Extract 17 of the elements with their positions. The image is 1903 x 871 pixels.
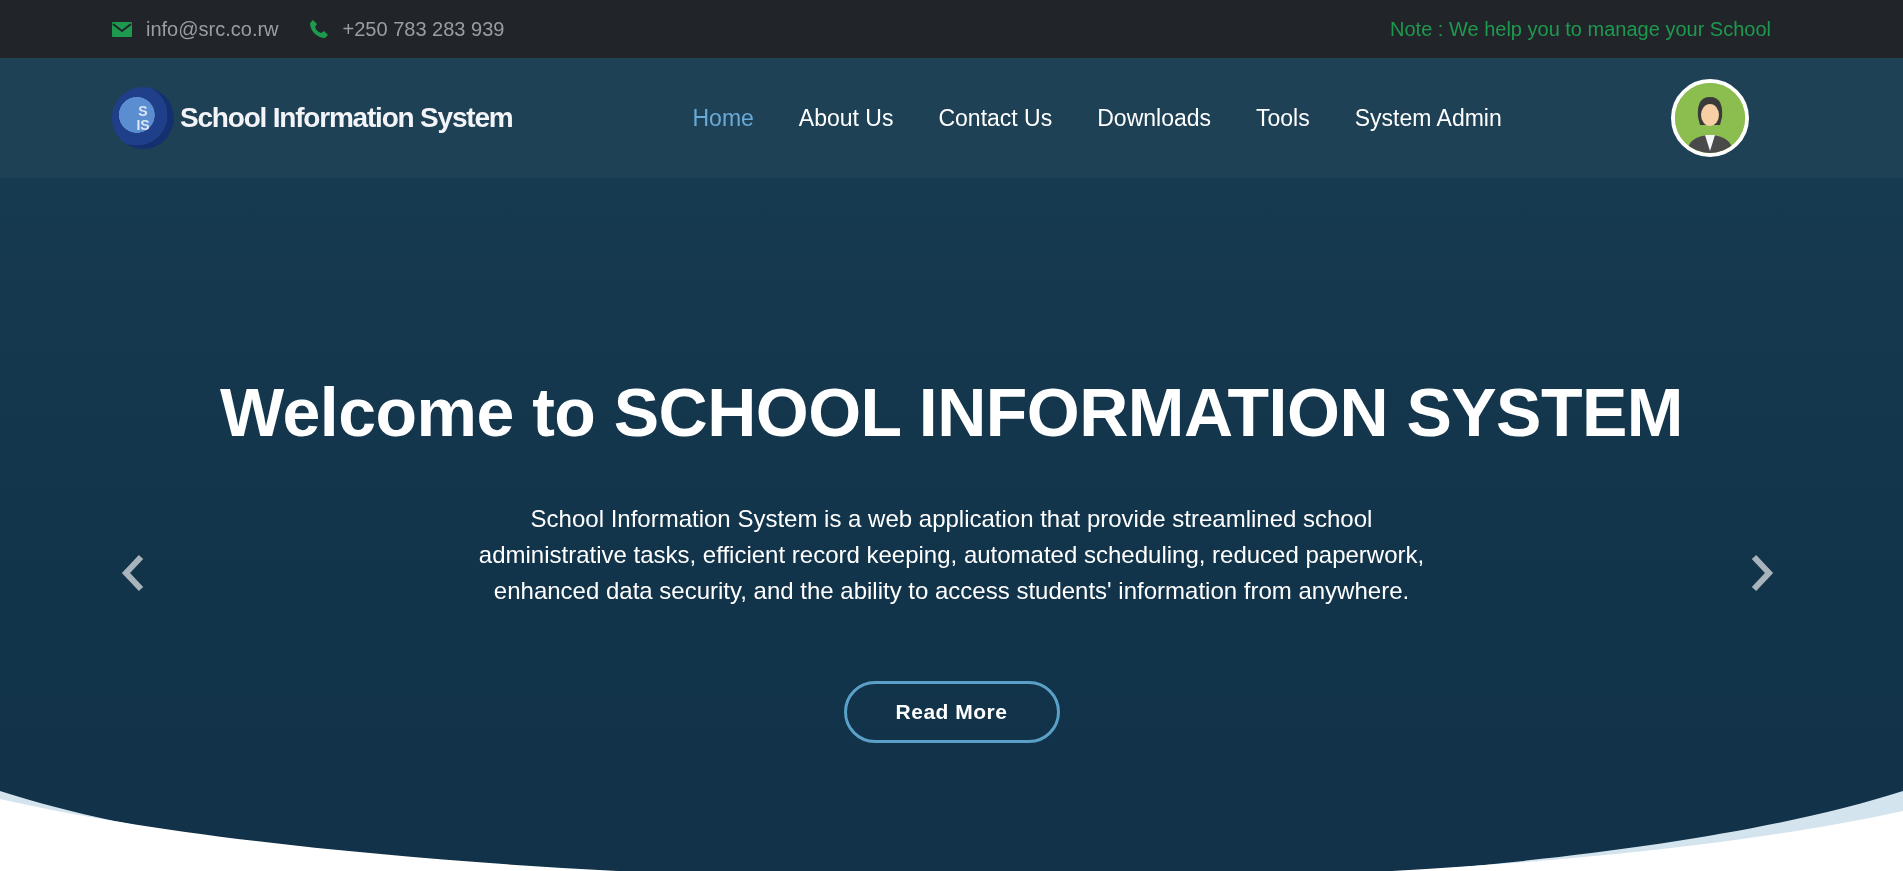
logo-text: School Information System [180, 102, 513, 134]
nav-link[interactable]: Downloads [1097, 104, 1212, 131]
nav-link[interactable]: About Us [798, 104, 894, 131]
envelope-icon [112, 21, 132, 37]
read-more-button[interactable]: Read More [843, 681, 1060, 743]
hero-heading: Welcome to SCHOOL INFORMATION SYSTEM [220, 373, 1683, 451]
hero-description: School Information System is a web application that provide streamlined school administrative tasks, efficient record keeping, automated scheduling, reduced paperwork, enhanced data security, and the ability to access students' information from anywhere. [477, 504, 1426, 606]
phone-icon [308, 19, 329, 39]
nav-link[interactable]: System Admin [1354, 104, 1502, 131]
phone-text: +250 783 283 939 [342, 17, 505, 41]
logo-letters: S [138, 104, 148, 118]
logo-letters: IS [136, 118, 150, 132]
nav-link[interactable]: Contact Us [938, 104, 1053, 131]
nav-link[interactable]: Home [692, 104, 754, 131]
nav-link[interactable]: Tools [1256, 104, 1310, 131]
email-text: info@src.co.rw [146, 17, 279, 41]
note-text: Note : We help you to manage your School [1390, 17, 1771, 41]
